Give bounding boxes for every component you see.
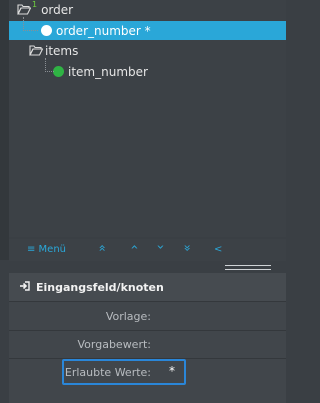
tree-node-label: order_number *	[56, 23, 151, 38]
tree-connector	[45, 58, 54, 72]
tree-node-label: item_number	[68, 64, 148, 79]
folder-open-icon	[17, 4, 31, 15]
move-down-icon[interactable]: ›	[153, 244, 168, 249]
field-label: Vorgabewert:	[77, 338, 151, 351]
row-vorgabewert[interactable]: Vorgabewert:	[9, 330, 286, 359]
folder-open-icon	[29, 45, 43, 56]
scrollbar-handle[interactable]	[225, 265, 271, 270]
move-up-icon[interactable]: ‹	[127, 244, 142, 249]
sign-in-icon	[19, 280, 30, 294]
white-circle-icon	[41, 25, 52, 36]
collapse-icon[interactable]: <	[214, 243, 222, 257]
focus-highlight	[62, 359, 186, 385]
field-label: Vorlage:	[105, 310, 151, 323]
tree-node-label: items	[45, 43, 79, 58]
tree-toolbar: ≡ Menü « ‹ › » <	[9, 239, 286, 261]
tree-node-order[interactable]: 1 order	[9, 0, 286, 19]
row-vorlage[interactable]: Vorlage:	[9, 302, 286, 331]
green-circle-icon	[53, 66, 64, 77]
tree-panel: 1 order order_number * items item_number	[0, 0, 286, 260]
tree-node-order-number[interactable]: order_number *	[9, 17, 286, 40]
left-gutter	[0, 0, 9, 260]
inspector-panel: Eingangsfeld/knoten Vorlage: Vorgabewert…	[9, 273, 286, 403]
inspector-header: Eingangsfeld/knoten	[9, 273, 286, 302]
tree-node-label: order	[41, 2, 74, 17]
menu-button[interactable]: ≡ Menü	[27, 243, 66, 257]
move-bottom-icon[interactable]: »	[181, 244, 195, 251]
move-top-icon[interactable]: «	[96, 244, 110, 251]
inspector-title: Eingangsfeld/knoten	[36, 280, 164, 294]
tree-node-item-number[interactable]: item_number	[9, 58, 286, 81]
tree-connector	[23, 17, 38, 31]
node-badge: 1	[32, 0, 38, 9]
